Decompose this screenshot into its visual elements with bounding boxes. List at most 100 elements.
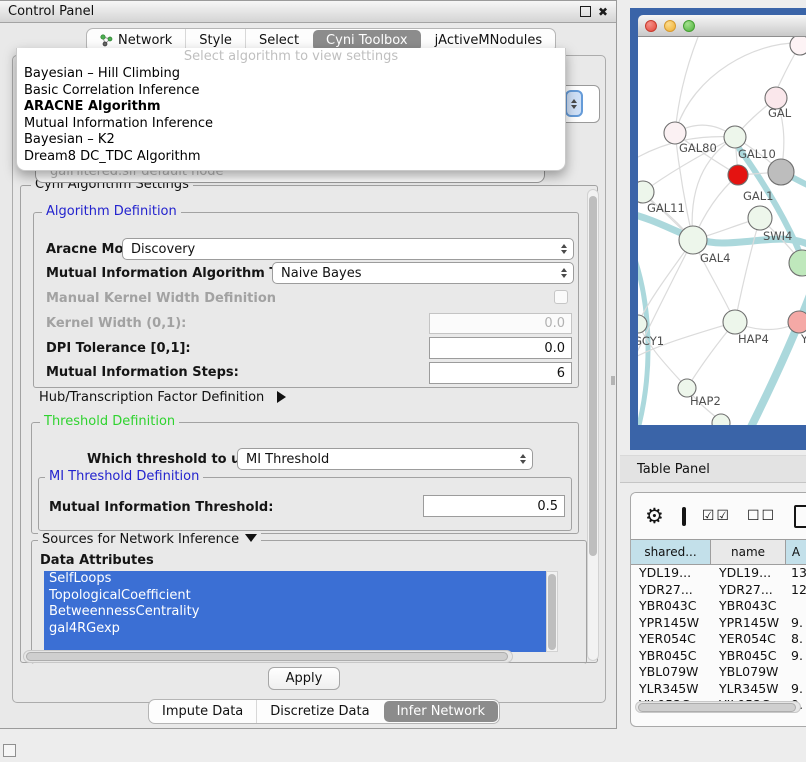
table-toolbar: ⚙ ☑☑ ☐☐ (631, 493, 806, 539)
tab-infer-network-label: Infer Network (397, 704, 485, 719)
column-header-shared-name[interactable]: shared... (631, 540, 711, 564)
node-pink-right[interactable] (788, 311, 806, 333)
panel-collapse-icon[interactable] (3, 744, 16, 757)
minimize-traffic-light-icon[interactable] (664, 20, 676, 32)
table-row[interactable]: YBR043CYBR043C (631, 598, 806, 615)
node-label: HAP2 (690, 394, 721, 408)
attributes-vertical-scrollbar-thumb[interactable] (548, 574, 556, 650)
mi-algorithm-type-combo[interactable]: Naive Bayes (272, 262, 574, 284)
settings-vertical-scrollbar[interactable] (587, 189, 599, 661)
mi-threshold-definition-group: MI Threshold Definition Mutual Informati… (38, 477, 572, 531)
close-traffic-light-icon[interactable] (645, 20, 657, 32)
table-cell: YPR145W (711, 615, 786, 632)
algorithm-option[interactable]: Mutual Information Inference (17, 116, 565, 133)
algorithm-option[interactable]: Dream8 DC_TDC Algorithm (17, 149, 565, 166)
apply-button-label: Apply (286, 671, 323, 686)
table-horizontal-scrollbar-thumb[interactable] (638, 703, 796, 712)
table-panel: ⚙ ☑☑ ☐☐ shared... name A YDL19...YDL19..… (630, 492, 806, 727)
network-canvas[interactable]: GALGAL80GAL10GAL1GAL11SWI4GAL4GCY1HAP4YH… (638, 37, 806, 425)
attribute-item[interactable]: SelfLoops (44, 571, 546, 588)
combo-spinner-icon (555, 268, 573, 278)
data-attributes-listbox[interactable]: SelfLoopsTopologicalCoefficientBetweenne… (44, 571, 558, 652)
table-row[interactable]: YDR27...YDR27...12 (631, 582, 806, 599)
algorithm-definition-title: Algorithm Definition (42, 204, 181, 219)
control-panel-title: Control Panel (8, 4, 94, 19)
columns-icon[interactable] (682, 507, 686, 526)
table-row[interactable]: YLR345WYLR345W9. (631, 681, 806, 698)
attribute-item[interactable]: BetweennessCentrality (44, 604, 546, 621)
manual-kernel-width-checkbox[interactable] (554, 290, 568, 304)
mutual-information-threshold-label: Mutual Information Threshold: (49, 500, 273, 515)
mi-steps-label: Mutual Information Steps: (46, 365, 239, 380)
table-cell: YBL079W (711, 664, 786, 681)
table-cell: YBR043C (711, 598, 786, 615)
table-cell: YDR27... (631, 582, 711, 599)
document-icon[interactable] (794, 505, 806, 528)
which-threshold-label: Which threshold to use: (87, 452, 262, 467)
expand-arrow-icon (277, 391, 286, 403)
splitpane-grip[interactable] (611, 376, 615, 385)
attribute-item[interactable]: gal4RGexp (44, 621, 546, 638)
table-cell (786, 664, 806, 681)
hub-tf-definition-toggle[interactable]: Hub/Transcription Factor Definition (39, 390, 286, 405)
tab-style-label: Style (199, 33, 232, 48)
node-label: GAL80 (679, 141, 717, 155)
kernel-width-field[interactable]: 0.0 (429, 313, 572, 334)
settings-horizontal-scrollbar-thumb[interactable] (26, 652, 508, 661)
cyni-bottom-tabs: Impute Data Discretize Data Infer Networ… (148, 699, 500, 724)
settings-horizontal-scrollbar[interactable] (23, 650, 513, 663)
tab-jactivemnodules-label: jActiveMNodules (435, 33, 543, 48)
table-horizontal-scrollbar[interactable] (635, 701, 801, 713)
attributes-vertical-scrollbar[interactable] (546, 571, 558, 652)
apply-button[interactable]: Apply (268, 667, 340, 690)
mi-algorithm-type-label: Mutual Information Algorithm Type: (46, 266, 309, 281)
table-row[interactable]: YER054CYER054C8. (631, 631, 806, 648)
combo-spinner-icon (565, 90, 583, 117)
node-gal4[interactable] (679, 226, 707, 254)
dpi-tolerance-field[interactable]: 0.0 (429, 337, 572, 359)
attribute-item[interactable]: TopologicalCoefficient (44, 588, 546, 605)
algorithm-option[interactable]: ARACNE Algorithm (17, 99, 565, 116)
tab-infer-network[interactable]: Infer Network (384, 701, 498, 722)
table-cell: YDL19... (631, 565, 711, 582)
node-gray[interactable] (768, 159, 794, 185)
node-label: GAL10 (738, 147, 776, 161)
settings-vertical-scrollbar-thumb[interactable] (589, 196, 597, 556)
threshold-definition-title: Threshold Definition (40, 414, 179, 429)
node-gal1[interactable] (728, 165, 748, 185)
tab-discretize-data[interactable]: Discretize Data (256, 700, 382, 723)
table-row[interactable]: YBR045CYBR045C9. (631, 648, 806, 665)
node-top-right[interactable] (790, 37, 806, 55)
column-header-name[interactable]: name (711, 540, 786, 564)
which-threshold-combo[interactable]: MI Threshold (237, 448, 533, 470)
column-header-partial[interactable]: A (786, 540, 806, 564)
gear-icon[interactable]: ⚙ (645, 506, 664, 527)
algorithm-option[interactable]: Bayesian – Hill Climbing (17, 66, 565, 83)
deselect-all-icon[interactable]: ☐☐ (747, 508, 776, 524)
mutual-information-threshold-field[interactable]: 0.5 (423, 495, 565, 517)
node-gal10[interactable] (724, 126, 746, 148)
table-row[interactable]: YBL079WYBL079W (631, 664, 806, 681)
dpi-tolerance-value: 0.0 (544, 341, 565, 356)
node-green-right[interactable] (789, 250, 806, 276)
node-swi4[interactable] (748, 206, 772, 230)
node-label: GAL1 (743, 189, 774, 203)
table-row[interactable]: YPR145WYPR145W9. (631, 615, 806, 632)
mi-algorithm-type-value: Naive Bayes (281, 266, 361, 281)
aracne-mode-combo[interactable]: Discovery (122, 238, 574, 260)
sources-title[interactable]: Sources for Network Inference (38, 532, 261, 547)
mi-steps-field[interactable]: 6 (429, 362, 572, 384)
table-cell: YLR345W (631, 681, 711, 698)
zoom-traffic-light-icon[interactable] (683, 20, 695, 32)
node-hap4[interactable] (723, 310, 747, 334)
data-attributes-label: Data Attributes (40, 553, 154, 568)
close-icon[interactable]: ✖ (598, 6, 608, 18)
algorithm-option[interactable]: Basic Correlation Inference (17, 83, 565, 100)
table-cell (786, 598, 806, 615)
float-window-icon[interactable] (580, 6, 591, 17)
algorithm-option[interactable]: Bayesian – K2 (17, 132, 565, 149)
select-all-icon[interactable]: ☑☑ (702, 508, 731, 524)
table-row[interactable]: YDL19...YDL19...13 (631, 565, 806, 582)
tab-impute-data[interactable]: Impute Data (149, 700, 256, 723)
node-gal11[interactable] (638, 181, 654, 203)
